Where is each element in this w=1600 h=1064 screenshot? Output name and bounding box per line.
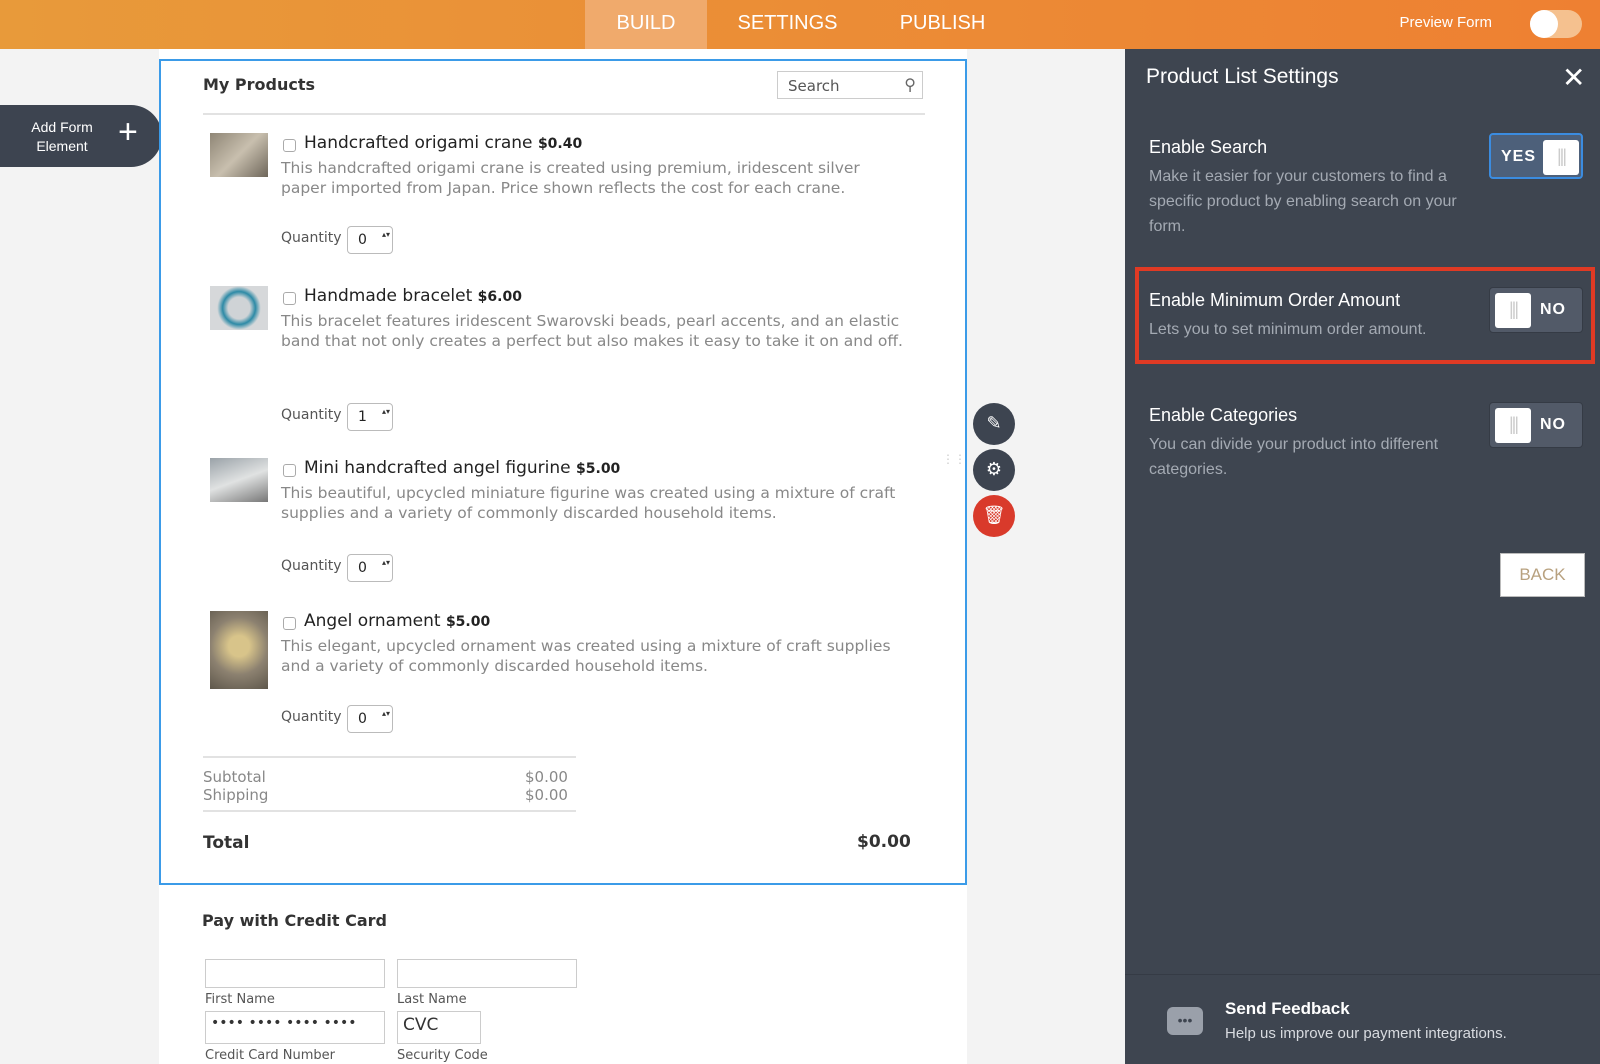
quantity-label: Quantity	[281, 709, 342, 725]
product-description: This elegant, upcycled ornament was crea…	[281, 637, 891, 675]
product-image	[210, 611, 268, 689]
security-code-label: Security Code	[397, 1048, 488, 1063]
chat-bubble-icon: •••	[1167, 1007, 1203, 1035]
enable-search-toggle[interactable]: YES |||	[1489, 133, 1583, 179]
product-checkbox[interactable]	[283, 617, 296, 630]
quantity-select[interactable]: 0	[347, 705, 393, 733]
product-description: This bracelet features iridescent Swarov…	[281, 312, 903, 350]
product-checkbox[interactable]	[283, 139, 296, 152]
quantity-label: Quantity	[281, 407, 342, 423]
enable-minimum-order-toggle[interactable]: ||| NO	[1489, 287, 1583, 333]
add-form-element-label: Add Form Element	[31, 119, 93, 154]
shipping-label: Shipping	[203, 786, 269, 804]
setting-description: Make it easier for your customers to fin…	[1149, 168, 1457, 235]
plus-icon: +	[118, 113, 138, 151]
products-title: My Products	[203, 75, 316, 94]
last-name-input[interactable]	[397, 959, 577, 988]
product-checkbox[interactable]	[283, 292, 296, 305]
setting-description: Lets you to set minimum order amount.	[1149, 321, 1427, 338]
tab-settings[interactable]: SETTINGS	[725, 0, 850, 49]
product-price: $6.00	[477, 289, 522, 305]
card-number-label: Credit Card Number	[205, 1048, 335, 1063]
tab-publish[interactable]: PUBLISH	[885, 0, 1000, 49]
toggle-state: NO	[1540, 301, 1566, 318]
total-label: Total	[203, 833, 250, 853]
product-image	[210, 458, 268, 502]
quantity-label: Quantity	[281, 230, 342, 246]
subtotal-label: Subtotal	[203, 768, 266, 786]
shipping-value: $0.00	[525, 786, 568, 804]
back-button[interactable]: BACK	[1500, 553, 1585, 597]
payment-title: Pay with Credit Card	[202, 911, 387, 930]
product-search-input[interactable]: Search ⚲	[777, 71, 923, 99]
gear-icon[interactable]: ⚙	[973, 449, 1015, 491]
quantity-select[interactable]: 0	[347, 554, 393, 582]
product-name: Handmade bracelet	[304, 286, 473, 306]
product-image	[210, 133, 268, 177]
preview-form-label: Preview Form	[1399, 14, 1492, 31]
settings-panel: Product List Settings ✕ Enable Search Ma…	[1125, 49, 1600, 1064]
product-price: $0.40	[537, 136, 583, 152]
setting-label: Enable Minimum Order Amount	[1149, 290, 1401, 310]
product-price: $5.00	[576, 461, 621, 477]
setting-label: Enable Categories	[1149, 405, 1298, 425]
security-code-input[interactable]: CVC	[397, 1011, 481, 1044]
send-feedback[interactable]: ••• Send Feedback Help us improve our pa…	[1125, 974, 1600, 1064]
product-list-element[interactable]: My Products Search ⚲ Handcrafted origami …	[159, 59, 967, 885]
wand-icon[interactable]: ✎	[973, 403, 1015, 445]
last-name-label: Last Name	[397, 992, 467, 1007]
add-form-element-button[interactable]: Add Form Element +	[0, 105, 162, 167]
close-icon[interactable]: ✕	[1562, 61, 1585, 94]
search-placeholder: Search	[788, 77, 840, 95]
quantity-label: Quantity	[281, 558, 342, 574]
total-value: $0.00	[857, 832, 911, 852]
enable-categories-toggle[interactable]: ||| NO	[1489, 402, 1583, 448]
product-name: Mini handcrafted angel figurine	[304, 458, 571, 478]
product-description: This beautiful, upcycled miniature figur…	[281, 484, 896, 522]
feedback-title: Send Feedback	[1225, 999, 1350, 1018]
first-name-input[interactable]	[205, 959, 385, 988]
setting-description: You can divide your product into differe…	[1149, 436, 1439, 478]
preview-form-toggle[interactable]	[1530, 10, 1582, 38]
product-name: Handcrafted origami crane	[304, 133, 533, 153]
tab-build[interactable]: BUILD	[585, 0, 707, 49]
toggle-state: NO	[1540, 416, 1566, 433]
quantity-select[interactable]: 1	[347, 403, 393, 431]
toggle-state: YES	[1501, 148, 1537, 165]
drag-handle-icon[interactable]: ⋮⋮	[942, 453, 966, 465]
product-image	[210, 286, 268, 330]
product-checkbox[interactable]	[283, 464, 296, 477]
search-icon: ⚲	[904, 75, 916, 94]
first-name-label: First Name	[205, 992, 275, 1007]
product-name: Angel ornament	[304, 611, 441, 631]
product-description: This handcrafted origami crane is create…	[281, 159, 860, 197]
setting-label: Enable Search	[1149, 137, 1268, 157]
quantity-select[interactable]: 0	[347, 226, 393, 254]
trash-icon[interactable]: 🗑	[973, 495, 1015, 537]
panel-title: Product List Settings	[1146, 65, 1339, 88]
product-price: $5.00	[445, 614, 491, 630]
feedback-description: Help us improve our payment integrations…	[1225, 1025, 1507, 1042]
subtotal-value: $0.00	[525, 768, 568, 786]
top-bar: BUILD SETTINGS PUBLISH Preview Form	[0, 0, 1600, 49]
card-number-input[interactable]: •••• •••• •••• ••••	[205, 1011, 385, 1044]
